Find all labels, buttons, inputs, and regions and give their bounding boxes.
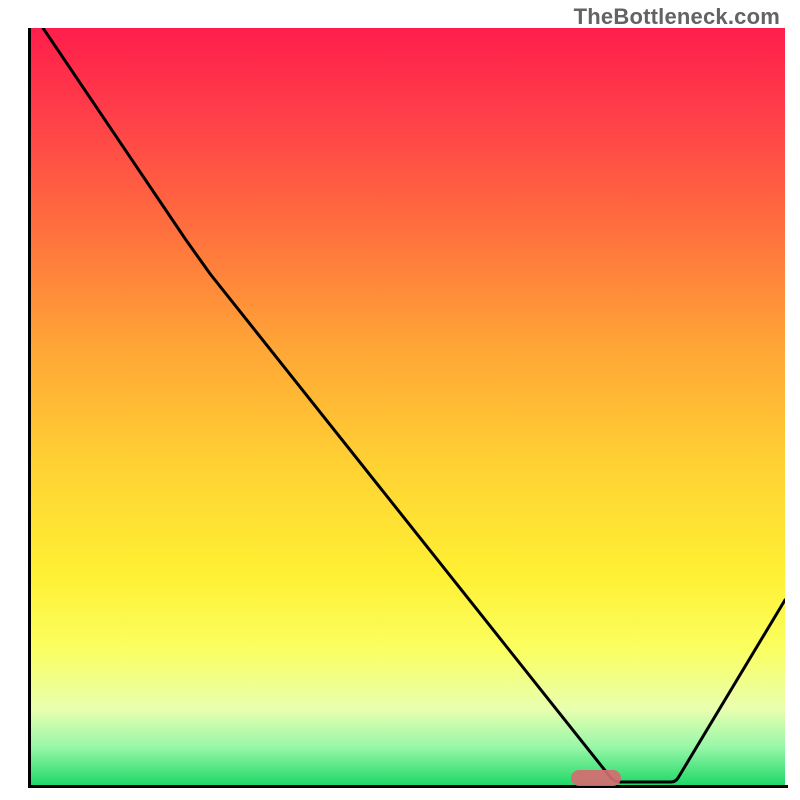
watermark-text: TheBottleneck.com: [574, 4, 780, 30]
chart-container: TheBottleneck.com: [0, 0, 800, 800]
optimal-range-marker: [571, 770, 621, 786]
axes-frame: [28, 28, 788, 788]
